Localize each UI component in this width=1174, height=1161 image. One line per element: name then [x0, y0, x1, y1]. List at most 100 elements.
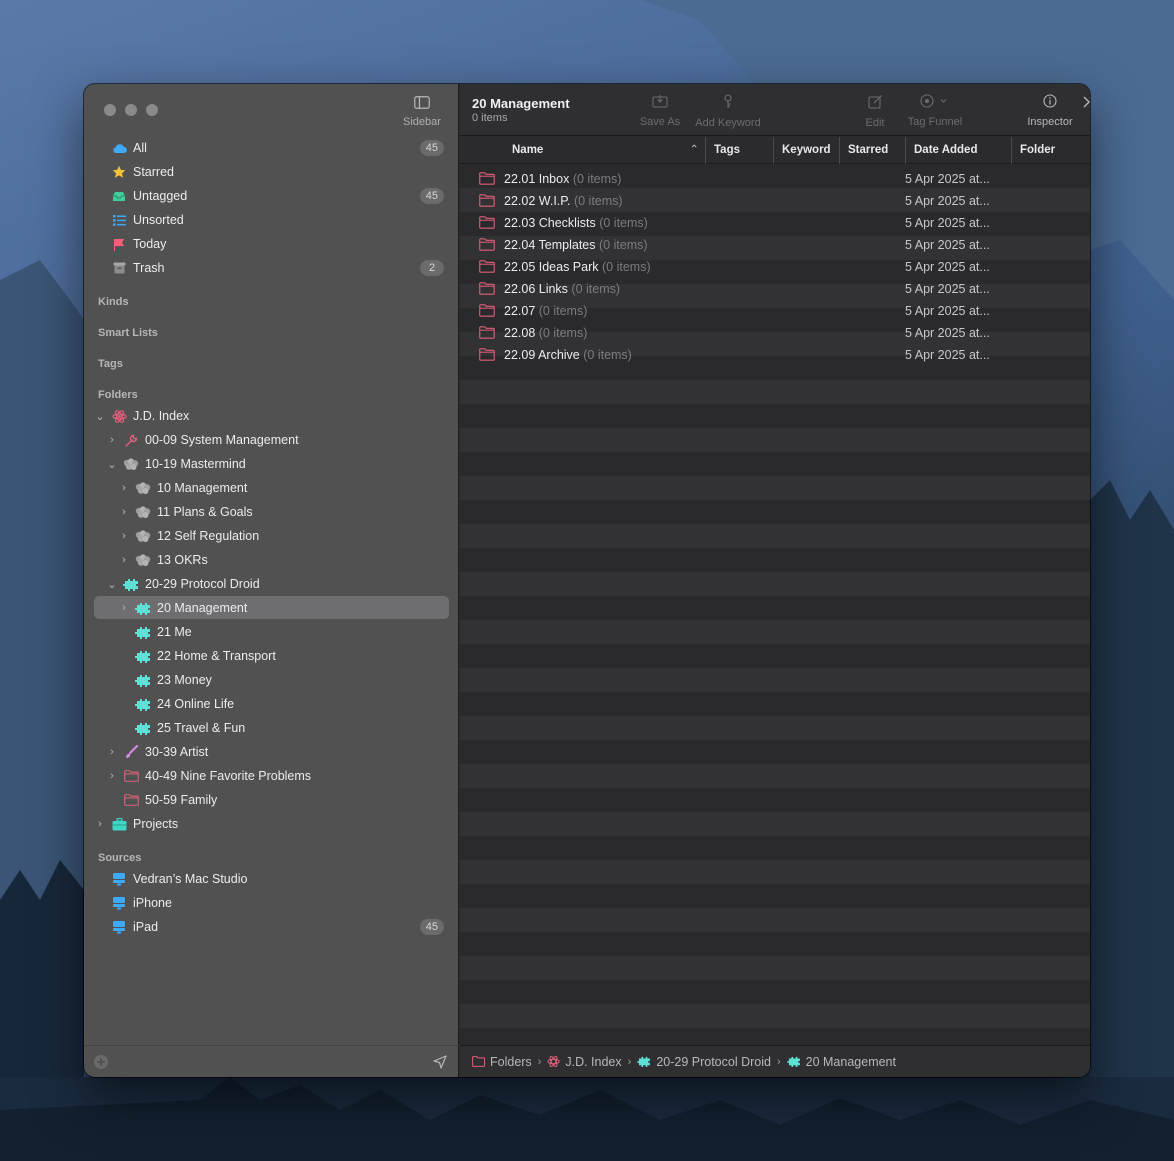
section-header-smart-lists[interactable]: Smart Lists	[98, 327, 158, 339]
sidebar-folder-40-49[interactable]: › 40-49 Nine Favorite Problems	[106, 764, 311, 788]
sidebar-folder-13-okrs[interactable]: › 13 OKRs	[118, 548, 208, 572]
add-icon[interactable]	[93, 1054, 109, 1070]
table-row[interactable]: 22.01 Inbox (0 items) 5 Apr 2025 at...	[460, 168, 1090, 190]
table-row[interactable]: 22.07 (0 items) 5 Apr 2025 at...	[460, 300, 1090, 322]
table-row[interactable]: 22.03 Checklists (0 items) 5 Apr 2025 at…	[460, 212, 1090, 234]
add-keyword-button[interactable]: Add Keyword	[691, 94, 765, 129]
row-stripe	[460, 908, 1090, 932]
puzzle-icon	[122, 576, 140, 592]
sidebar-folder-20-management[interactable]: › 20 Management	[118, 596, 247, 620]
edit-button[interactable]: Edit	[860, 94, 890, 129]
chevron-right-icon[interactable]: ›	[118, 482, 130, 494]
sidebar-item-starred[interactable]: Starred	[110, 160, 450, 184]
chevron-right-icon[interactable]: ›	[106, 770, 118, 782]
sidebar-folder-25-travel[interactable]: 25 Travel & Fun	[134, 716, 245, 740]
brush-icon	[122, 744, 140, 760]
sidebar-source-mac-studio[interactable]: Vedran’s Mac Studio	[110, 867, 450, 891]
chevron-right-icon[interactable]: ›	[118, 602, 130, 614]
table-row[interactable]: 22.04 Templates (0 items) 5 Apr 2025 at.…	[460, 234, 1090, 256]
breadcrumb-protocol-droid[interactable]: 20-29 Protocol Droid	[637, 1055, 771, 1069]
breadcrumb-jd-index[interactable]: J.D. Index	[547, 1055, 622, 1069]
sidebar-item-label: iPad	[133, 920, 159, 934]
window-controls	[104, 104, 158, 116]
folder-icon	[479, 348, 495, 361]
location-arrow-icon[interactable]	[433, 1055, 447, 1069]
sidebar-folder-24-online[interactable]: 24 Online Life	[134, 692, 234, 716]
brain-icon	[122, 456, 140, 472]
sidebar-item-trash[interactable]: Trash 2	[110, 256, 450, 280]
tag-funnel-label: Tag Funnel	[907, 116, 963, 128]
chevron-down-icon[interactable]: ⌄	[106, 578, 118, 591]
sidebar-item-today[interactable]: Today	[110, 232, 450, 256]
chevron-right-icon[interactable]: ›	[118, 506, 130, 518]
path-bar: Folders › J.D. Index › 20-29 Protocol Dr…	[460, 1045, 1090, 1077]
sidebar-folder-projects[interactable]: › Projects	[94, 812, 178, 836]
app-window: Sidebar All 45 Starred Untagged 45 Unsor…	[84, 84, 1090, 1077]
sidebar-folder-11-plans[interactable]: › 11 Plans & Goals	[118, 500, 253, 524]
save-as-icon	[652, 95, 668, 108]
sidebar-folder-22-home[interactable]: 22 Home & Transport	[134, 644, 276, 668]
section-header-sources[interactable]: Sources	[98, 852, 141, 864]
sidebar-source-iphone[interactable]: iPhone	[110, 891, 450, 915]
sidebar-source-ipad[interactable]: iPad 45	[110, 915, 450, 939]
overflow-button[interactable]	[1080, 96, 1090, 116]
file-name: 22.08	[504, 326, 536, 340]
chevron-down-icon[interactable]: ⌄	[94, 410, 106, 423]
save-as-button[interactable]: Save As	[635, 94, 685, 128]
info-icon	[1043, 94, 1057, 108]
chevron-right-icon[interactable]: ›	[106, 434, 118, 446]
table-row[interactable]: 22.06 Links (0 items) 5 Apr 2025 at...	[460, 278, 1090, 300]
sidebar-folder-21-me[interactable]: 21 Me	[134, 620, 192, 644]
breadcrumb-folders[interactable]: Folders	[472, 1055, 532, 1069]
device-icon	[110, 871, 128, 887]
column-header-date-added[interactable]: Date Added	[905, 137, 1011, 164]
column-header-starred[interactable]: Starred	[839, 137, 905, 164]
sidebar-item-unsorted[interactable]: Unsorted	[110, 208, 450, 232]
inspector-button[interactable]: Inspector	[1020, 94, 1080, 128]
sidebar-item-all[interactable]: All 45	[110, 136, 450, 160]
zoom-window-button[interactable]	[146, 104, 158, 116]
chevron-right-icon[interactable]: ›	[118, 554, 130, 566]
column-header-keyword[interactable]: Keyword	[773, 137, 839, 164]
tag-funnel-button[interactable]: Tag Funnel	[905, 94, 965, 128]
chevron-right-icon: ›	[627, 1055, 632, 1068]
sidebar-folder-20-29[interactable]: ⌄ 20-29 Protocol Droid	[106, 572, 259, 596]
row-stripe	[460, 572, 1090, 596]
section-header-tags[interactable]: Tags	[98, 358, 123, 370]
row-stripe	[460, 644, 1090, 668]
sidebar-folder-12-self-regulation[interactable]: › 12 Self Regulation	[118, 524, 259, 548]
count-badge: 2	[420, 260, 444, 276]
chevron-right-icon[interactable]: ›	[118, 530, 130, 542]
sidebar-folder-50-59[interactable]: 50-59 Family	[122, 788, 217, 812]
brain-icon	[134, 528, 152, 544]
sidebar-item-label: 10 Management	[157, 481, 248, 495]
close-window-button[interactable]	[104, 104, 116, 116]
breadcrumb-20-management[interactable]: 20 Management	[786, 1055, 896, 1069]
minimize-window-button[interactable]	[125, 104, 137, 116]
row-stripe	[460, 956, 1090, 980]
sidebar-item-untagged[interactable]: Untagged 45	[110, 184, 450, 208]
section-header-folders[interactable]: Folders	[98, 389, 138, 401]
chevron-down-icon[interactable]: ⌄	[106, 458, 118, 471]
sidebar-folder-23-money[interactable]: 23 Money	[134, 668, 212, 692]
sidebar-toggle-button[interactable]: Sidebar	[402, 96, 442, 128]
table-row[interactable]: 22.08 (0 items) 5 Apr 2025 at...	[460, 322, 1090, 344]
sidebar-folder-30-39[interactable]: › 30-39 Artist	[106, 740, 208, 764]
sidebar-footer	[84, 1045, 459, 1077]
column-header-row: Name ⌃ Tags Keyword Starred Date Added F…	[460, 137, 1090, 164]
file-date-added: 5 Apr 2025 at...	[905, 326, 990, 340]
chevron-right-icon[interactable]: ›	[94, 818, 106, 830]
column-header-name[interactable]: Name ⌃	[504, 137, 705, 164]
chevron-right-icon[interactable]: ›	[106, 746, 118, 758]
sidebar-folder-10-19[interactable]: ⌄ 10-19 Mastermind	[106, 452, 245, 476]
sidebar-item-label: Today	[133, 237, 167, 251]
sidebar-folder-10-management[interactable]: › 10 Management	[118, 476, 247, 500]
table-row[interactable]: 22.05 Ideas Park (0 items) 5 Apr 2025 at…	[460, 256, 1090, 278]
sidebar-folder-00-09[interactable]: › 00-09 System Management	[106, 428, 298, 452]
sidebar-folder-jd-index[interactable]: ⌄ J.D. Index	[94, 404, 189, 428]
table-row[interactable]: 22.02 W.I.P. (0 items) 5 Apr 2025 at...	[460, 190, 1090, 212]
column-header-tags[interactable]: Tags	[705, 137, 773, 164]
section-header-kinds[interactable]: Kinds	[98, 296, 129, 308]
column-header-folder[interactable]: Folder	[1011, 137, 1090, 164]
table-row[interactable]: 22.09 Archive (0 items) 5 Apr 2025 at...	[460, 344, 1090, 366]
